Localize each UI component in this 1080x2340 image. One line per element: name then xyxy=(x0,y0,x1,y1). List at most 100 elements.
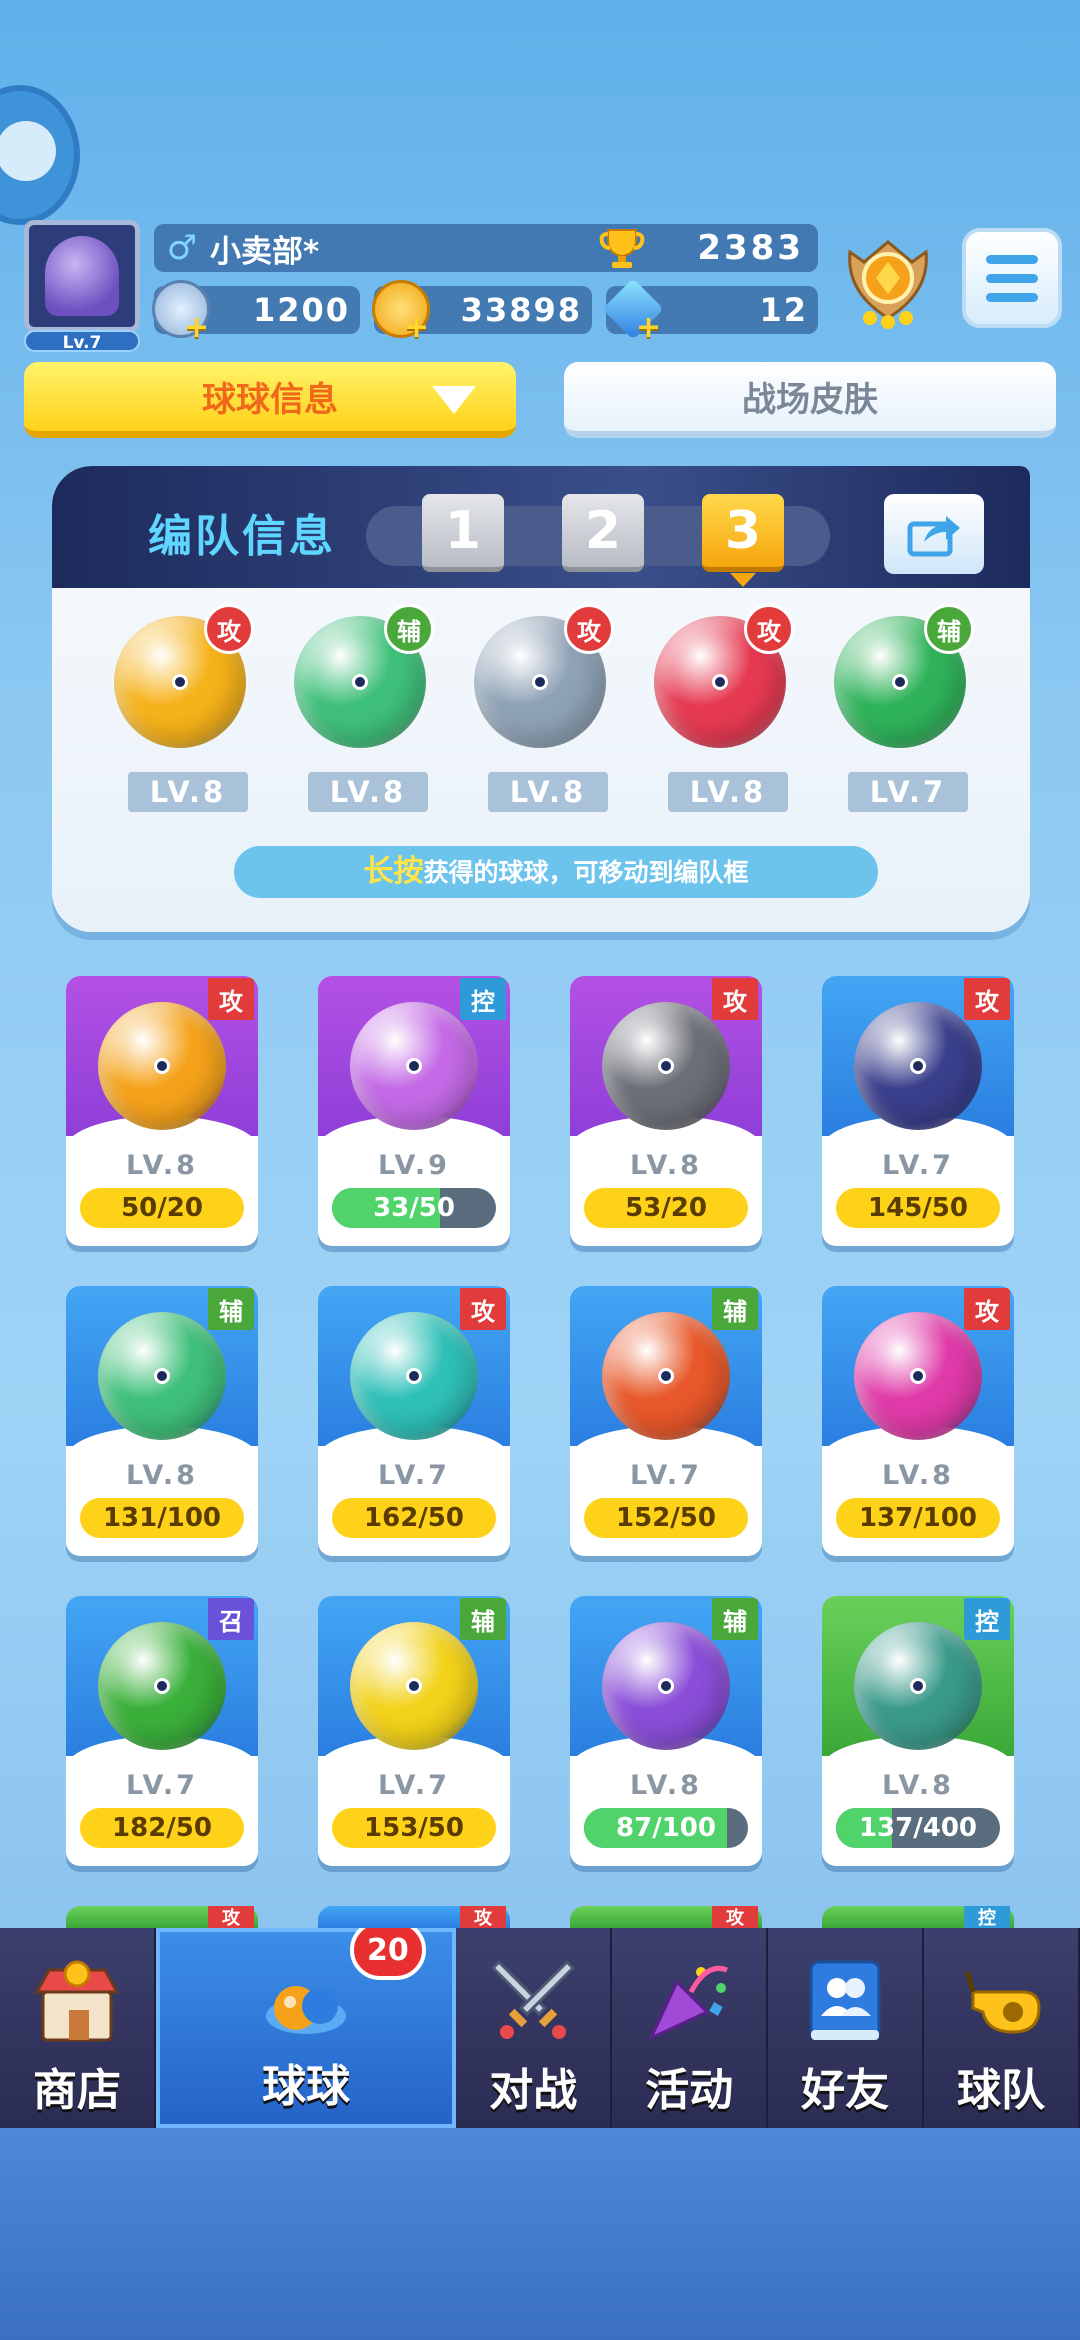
menu-line xyxy=(986,292,1038,302)
ball-card[interactable]: 攻 LV.7 145/50 xyxy=(822,976,1014,1246)
ball-level: LV.8 xyxy=(126,1460,198,1491)
ball-card-peek[interactable]: 攻 xyxy=(318,1906,510,1929)
nav-item-friends-book[interactable]: 好友 xyxy=(768,1928,925,2128)
ball-level: LV.8 xyxy=(630,1770,702,1801)
add-coin-icon[interactable]: + xyxy=(404,310,429,345)
tab-battle-skin-label: 战场皮肤 xyxy=(742,380,878,420)
team-title: 编队信息 xyxy=(148,511,336,562)
ball-card[interactable]: 攻 LV.8 50/20 xyxy=(66,976,258,1246)
tab-ball-info-label: 球球信息 xyxy=(202,380,338,420)
rank-medal-icon[interactable] xyxy=(842,232,934,332)
progress-text: 152/50 xyxy=(616,1503,716,1533)
ball-card-peek[interactable]: 攻 xyxy=(66,1906,258,1929)
ball-level: LV.8 xyxy=(668,772,788,812)
ball-orb-icon xyxy=(854,1312,982,1440)
team-ball-2[interactable]: 辅 LV.8 xyxy=(294,604,434,812)
ball-progress: 137/400 xyxy=(836,1808,1000,1848)
ball-level: LV.7 xyxy=(126,1770,198,1801)
energy-bar[interactable]: + 1200 xyxy=(152,280,360,345)
nav-item-crossed-swords[interactable]: 对战 xyxy=(456,1928,613,2128)
team-hint: 长按获得的球球，可移动到编队框 xyxy=(234,846,878,898)
nav-item-party-popper[interactable]: 活动 xyxy=(612,1928,769,2128)
player-avatar[interactable] xyxy=(24,220,140,332)
ball-card[interactable]: 辅 LV.7 152/50 xyxy=(570,1286,762,1556)
ball-card[interactable]: 控 LV.9 33/50 xyxy=(318,976,510,1246)
share-button[interactable] xyxy=(884,494,984,574)
team-ball-3[interactable]: 攻 LV.8 xyxy=(474,604,614,812)
menu-line xyxy=(986,254,1038,264)
progress-text: 50/20 xyxy=(121,1193,203,1223)
ball-progress: 50/20 xyxy=(80,1188,244,1228)
ball-type-tag: 辅 xyxy=(208,1288,254,1330)
ball-card[interactable]: 辅 LV.7 153/50 xyxy=(318,1596,510,1866)
tab-battle-skin[interactable]: 战场皮肤 xyxy=(564,362,1056,438)
ball-level: LV.8 xyxy=(630,1150,702,1181)
ball-card[interactable]: 辅 LV.8 87/100 xyxy=(570,1596,762,1866)
ball-orb-icon xyxy=(602,1312,730,1440)
team-hint-highlight: 长按 xyxy=(363,854,424,889)
ball-type-tag: 辅 xyxy=(712,1598,758,1640)
nav-item-shop[interactable]: 商店 xyxy=(0,1928,156,2128)
ball-core xyxy=(658,1678,674,1694)
team-ball-1[interactable]: 攻 LV.8 xyxy=(114,604,254,812)
notification-badge: 20 xyxy=(349,1920,426,1980)
ball-progress: 33/50 xyxy=(332,1188,496,1228)
progress-text: 137/100 xyxy=(858,1503,978,1533)
bottom-area xyxy=(0,2128,1080,2340)
ball-progress: 162/50 xyxy=(332,1498,496,1538)
team-ball-5[interactable]: 辅 LV.7 xyxy=(834,604,974,812)
nav-item-whistle[interactable]: 球队 xyxy=(924,1928,1080,2128)
ball-level: LV.8 xyxy=(488,772,608,812)
ball-level: LV.8 xyxy=(126,1150,198,1181)
ball-core xyxy=(406,1058,422,1074)
crossed-swords-icon xyxy=(485,1952,581,2048)
ball-type-tag: 攻 xyxy=(712,1906,758,1929)
team-ball-4[interactable]: 攻 LV.8 xyxy=(654,604,794,812)
ball-progress: 53/20 xyxy=(584,1188,748,1228)
ball-level: LV.7 xyxy=(630,1460,702,1491)
ball-card[interactable]: 召 LV.7 182/50 xyxy=(66,1596,258,1866)
ball-type-tag: 攻 xyxy=(712,978,758,1020)
ball-progress: 137/100 xyxy=(836,1498,1000,1538)
menu-button[interactable] xyxy=(962,228,1062,328)
ball-card[interactable]: 攻 LV.7 162/50 xyxy=(318,1286,510,1556)
ball-card-peek[interactable]: 控 xyxy=(822,1906,1014,1929)
ball-core xyxy=(892,674,908,690)
ball-orb-icon xyxy=(98,1622,226,1750)
ball-type-tag: 攻 xyxy=(208,1906,254,1929)
ball-type-tag: 攻 xyxy=(460,1906,506,1929)
ghost-avatar-icon xyxy=(45,236,119,316)
team-panel-header: 编队信息 1 2 3 xyxy=(52,466,1030,588)
ball-card[interactable]: 控 LV.8 137/400 xyxy=(822,1596,1014,1866)
team-panel: 编队信息 1 2 3 长按获得的球球，可移动到编队框 攻 LV.8 辅 LV.8 攻 LV… xyxy=(52,466,1030,932)
ball-level: LV.8 xyxy=(308,772,428,812)
ball-progress: 131/100 xyxy=(80,1498,244,1538)
ball-level: LV.7 xyxy=(848,772,968,812)
coin-bar[interactable]: + 33898 xyxy=(372,280,592,345)
ball-core xyxy=(658,1058,674,1074)
progress-text: 153/50 xyxy=(364,1813,464,1843)
ball-orb-icon xyxy=(854,1622,982,1750)
ball-progress: 153/50 xyxy=(332,1808,496,1848)
add-energy-icon[interactable]: + xyxy=(184,310,209,345)
team-slot-1[interactable]: 1 xyxy=(422,494,504,572)
nav-item-balls[interactable]: 球球 20 xyxy=(155,1920,457,2128)
ball-type-tag: 攻 xyxy=(744,604,794,654)
player-level-badge: Lv.7 xyxy=(24,330,140,353)
ball-card[interactable]: 攻 LV.8 137/100 xyxy=(822,1286,1014,1556)
team-slot-2[interactable]: 2 xyxy=(562,494,644,572)
ball-card[interactable]: 辅 LV.8 131/100 xyxy=(66,1286,258,1556)
balls-icon xyxy=(258,1948,354,2044)
add-gem-icon[interactable]: + xyxy=(636,310,661,345)
progress-text: 162/50 xyxy=(364,1503,464,1533)
tab-ball-info[interactable]: 球球信息 xyxy=(24,362,516,438)
ball-core xyxy=(712,674,728,690)
ball-type-tag: 辅 xyxy=(924,604,974,654)
team-slot-3[interactable]: 3 xyxy=(702,494,784,587)
gem-bar[interactable]: + 12 xyxy=(602,278,818,345)
trophy-icon xyxy=(599,229,645,268)
ball-card[interactable]: 攻 LV.8 53/20 xyxy=(570,976,762,1246)
ball-type-tag: 辅 xyxy=(460,1598,506,1640)
ball-card-peek[interactable]: 攻 xyxy=(570,1906,762,1929)
ball-level: LV.7 xyxy=(882,1150,954,1181)
